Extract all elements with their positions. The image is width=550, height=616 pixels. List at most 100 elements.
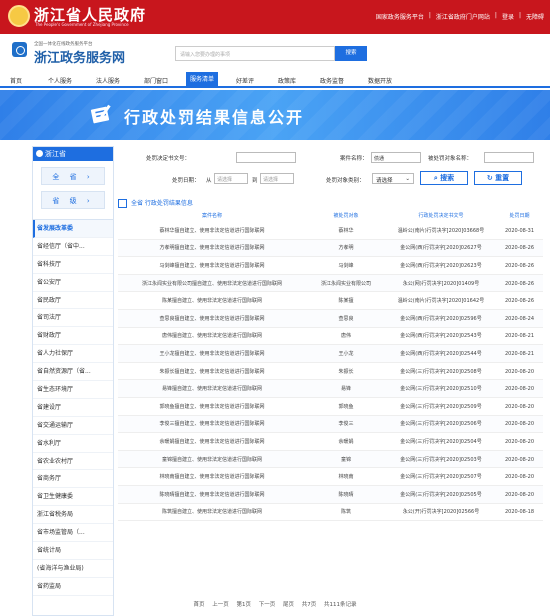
sidebar-dept-item[interactable]: 省自然资源厅（省... [33, 363, 113, 382]
page-title: 行政处罚结果信息公开 [124, 108, 305, 127]
nav-policy[interactable]: 政策库 [278, 76, 296, 85]
nav-open-data[interactable]: 数据开放 [368, 76, 392, 85]
sidebar-dept-item[interactable]: 省农业农村厅 [33, 453, 113, 471]
sidebar-dept-item[interactable]: 省人力社保厅 [33, 345, 113, 364]
sidebar-dept-item[interactable]: 省交通运输厅 [33, 417, 113, 435]
chevron-right-icon: › [86, 173, 94, 181]
table-row[interactable]: 朱振长擅自建立、使用非法定信道进行国际联网 朱振长 金公网(三)行罚决字[2020]… [118, 363, 543, 381]
service-title[interactable]: 浙江政务服务网 [34, 47, 125, 66]
nav-home[interactable]: 首页 [10, 76, 22, 85]
filter-search-button[interactable]: ⌕ 搜索 [420, 171, 468, 185]
national-emblem-icon [8, 5, 30, 27]
login-link[interactable]: 登录 [502, 12, 514, 21]
pager-total-pages: 共7页 [301, 602, 317, 608]
sidebar-dept-item[interactable]: 省统计局 [33, 542, 113, 560]
date-cell: 2020-08-21 [504, 350, 535, 357]
nav-supervision[interactable]: 政务监督 [320, 76, 344, 85]
sidebar-dept-item[interactable]: 省公安厅 [33, 274, 113, 292]
table-row[interactable]: 陈晓晴擅自建立、使用非法定信道进行国际联网 陈晓晴 金公网(三)行罚决字[2020]… [118, 486, 543, 504]
date-cell: 2020-08-20 [504, 386, 535, 393]
nav-legal[interactable]: 法人服务 [96, 76, 120, 85]
table-row[interactable]: 郭晓鱼擅自建立、使用非法定信道进行国际联网 郭晓鱼 金公网(三)行罚决字[2020]… [118, 398, 543, 416]
sidebar-dept-item[interactable]: 省水利厅 [33, 435, 113, 453]
accessibility-link[interactable]: 无障碍 [526, 12, 544, 21]
case-name-cell: 易锋擅自建立、使用非法定信道进行国际联网 [161, 386, 262, 393]
top-link-gov-portal[interactable]: 浙江省政府门户网站 [436, 12, 490, 21]
date-cell: 2020-08-20 [504, 491, 535, 498]
sidebar-dept-item[interactable]: 省民政厅 [33, 292, 113, 310]
col-header-target: 被处罚对象 [333, 213, 359, 219]
table-row[interactable]: 林晓南擅自建立、使用非法定信道进行国际联网 林晓南 金公网(三)行罚决字[2020]… [118, 468, 543, 486]
doc-no-input[interactable] [236, 152, 296, 163]
date-cell: 2020-08-20 [504, 456, 535, 463]
target-name-input[interactable] [484, 152, 534, 163]
pager-prev[interactable]: 上一页 [212, 602, 229, 608]
date-cell: 2020-08-20 [504, 474, 535, 481]
table-row[interactable]: 马剑峰擅自建立、使用非法定信道进行国际联网 马剑峰 金公网(西)行罚决字[2020]… [118, 257, 543, 275]
sidebar-dept-item[interactable]: 省卫生健康委 [33, 488, 113, 507]
province-all-label: 全 省 [52, 173, 81, 181]
date-cell: 2020-08-26 [504, 280, 535, 287]
nav-evaluation[interactable]: 好差评 [236, 76, 254, 85]
target-cell: 易锋 [340, 386, 351, 393]
sidebar-dept-item[interactable]: (省海洋与渔业局) [33, 560, 113, 578]
doc-no-cell: 金公网(三)行罚决字[2020]02510号 [400, 386, 482, 393]
nav-service-list[interactable]: 服务清单 [186, 72, 219, 88]
target-cell: 方孝明 [338, 245, 354, 252]
sidebar-dept-item[interactable]: 省经信厅（省中... [33, 238, 113, 256]
date-from-label: 从 [206, 178, 212, 184]
top-link-national[interactable]: 国家政务服务平台 [376, 12, 424, 21]
nav-personal[interactable]: 个人服务 [48, 76, 72, 85]
target-cell: 陈晓晴 [338, 491, 354, 498]
sidebar-dept-item[interactable]: 省科技厅 [33, 256, 113, 274]
table-row[interactable]: 蔡林华擅自建立、使用非法定信道进行国际联网 蔡林华 温岭公(南片)行罚决字[2020… [118, 222, 543, 240]
table-row[interactable]: 陈筑擅自建立、使用非法定信道进行国际联网 陈筑 永公(开)行罚决字[2020]025… [118, 504, 543, 522]
target-type-select[interactable]: 请选择 ⌄ [372, 173, 414, 184]
province-level-button[interactable]: 省 级 › [41, 191, 105, 209]
case-name-input[interactable]: 债通 [371, 152, 421, 163]
table-row[interactable]: 陈某擅自建立、使用非法定信道进行国际联网 陈某擅 温岭公(南片)行罚决字[2020]… [118, 292, 543, 310]
pager-first[interactable]: 首页 [193, 602, 204, 608]
results-title: 全省 行政处罚结果信息 [118, 198, 193, 208]
sidebar-dept-item[interactable]: 省市场监管局（... [33, 524, 113, 543]
sidebar-dept-item[interactable]: 省发展改革委 [33, 220, 113, 238]
pager-last[interactable]: 尾页 [283, 602, 294, 608]
sidebar-dept-item[interactable]: 省生态环境厅 [33, 381, 113, 399]
doc-no-cell: 金公网(西)行罚决字[2020]02623号 [400, 262, 482, 269]
table-row[interactable]: 查思良擅自建立、使用非法定信道进行国际联网 查思良 金公网(西)行罚决字[2020]… [118, 310, 543, 328]
search-input[interactable]: 请输入您要办理的事项 [175, 46, 335, 61]
sidebar-dept-item[interactable]: 省建设厅 [33, 399, 113, 417]
doc-no-label: 处罚决定书文号： [146, 156, 191, 162]
sidebar-dept-item[interactable]: 省商务厅 [33, 470, 113, 489]
sidebar-dept-item[interactable]: 省司法厅 [33, 309, 113, 328]
table-row[interactable]: 方孝明擅自建立、使用非法定信道进行国际联网 方孝明 金公网(西)行罚决字[2020]… [118, 239, 543, 258]
doc-no-cell: 金公网(三)行罚决字[2020]02509号 [400, 403, 482, 410]
date-from-input[interactable]: 请选择 [214, 173, 248, 184]
search-button[interactable]: 搜索 [335, 46, 367, 61]
reset-label: 重置 [495, 174, 510, 182]
pager-next[interactable]: 下一页 [259, 602, 276, 608]
region-name[interactable]: 浙江省 [45, 150, 66, 158]
reset-button[interactable]: ↻ 重置 [474, 171, 522, 185]
target-cell: 童锦 [340, 456, 351, 463]
divider: | [494, 12, 497, 19]
table-row[interactable]: 王小龙擅自建立、使用非法定信道进行国际联网 王小龙 金公网(西)行罚决字[2020]… [118, 345, 543, 363]
table-row[interactable]: 余暖娟擅自建立、使用非法定信道进行国际联网 余暖娟 金公网(三)行罚决字[2020]… [118, 433, 543, 451]
date-cell: 2020-08-20 [504, 421, 535, 428]
date-cell: 2020-08-18 [504, 509, 535, 516]
pager-current: 第1页 [236, 602, 252, 608]
table-row[interactable]: 浙江永闻实业有限公司擅自建立、使用非法定信道进行国际联网 浙江永闻实业有限公司 永公… [118, 274, 543, 293]
nav-dept[interactable]: 部门窗口 [144, 76, 168, 85]
table-row[interactable]: 李俊三擅自建立、使用非法定信道进行国际联网 李俊三 金公网(三)行罚决字[2020]… [118, 415, 543, 434]
target-cell: 浙江永闻实业有限公司 [320, 280, 371, 287]
table-row[interactable]: 童锦擅自建立、使用非法定信道进行国际联网 童锦 金公网(三)行罚决字[2020]02… [118, 450, 543, 469]
doc-no-cell: 金公网(西)行罚决字[2020]02543号 [400, 333, 482, 340]
sidebar-dept-item[interactable]: 省药监局 [33, 578, 113, 596]
target-cell: 王小龙 [338, 350, 354, 357]
province-all-button[interactable]: 全 省 › [41, 167, 105, 185]
table-row[interactable]: 易锋擅自建立、使用非法定信道进行国际联网 易锋 金公网(三)行罚决字[2020]02… [118, 380, 543, 398]
date-to-input[interactable]: 请选择 [260, 173, 294, 184]
table-row[interactable]: 唐伟擅自建立、使用非法定信道进行国际联网 唐伟 金公网(西)行罚决字[2020]02… [118, 328, 543, 346]
sidebar-dept-item[interactable]: 省财政厅 [33, 327, 113, 346]
sidebar-dept-item[interactable]: 浙江省税务局 [33, 506, 113, 525]
